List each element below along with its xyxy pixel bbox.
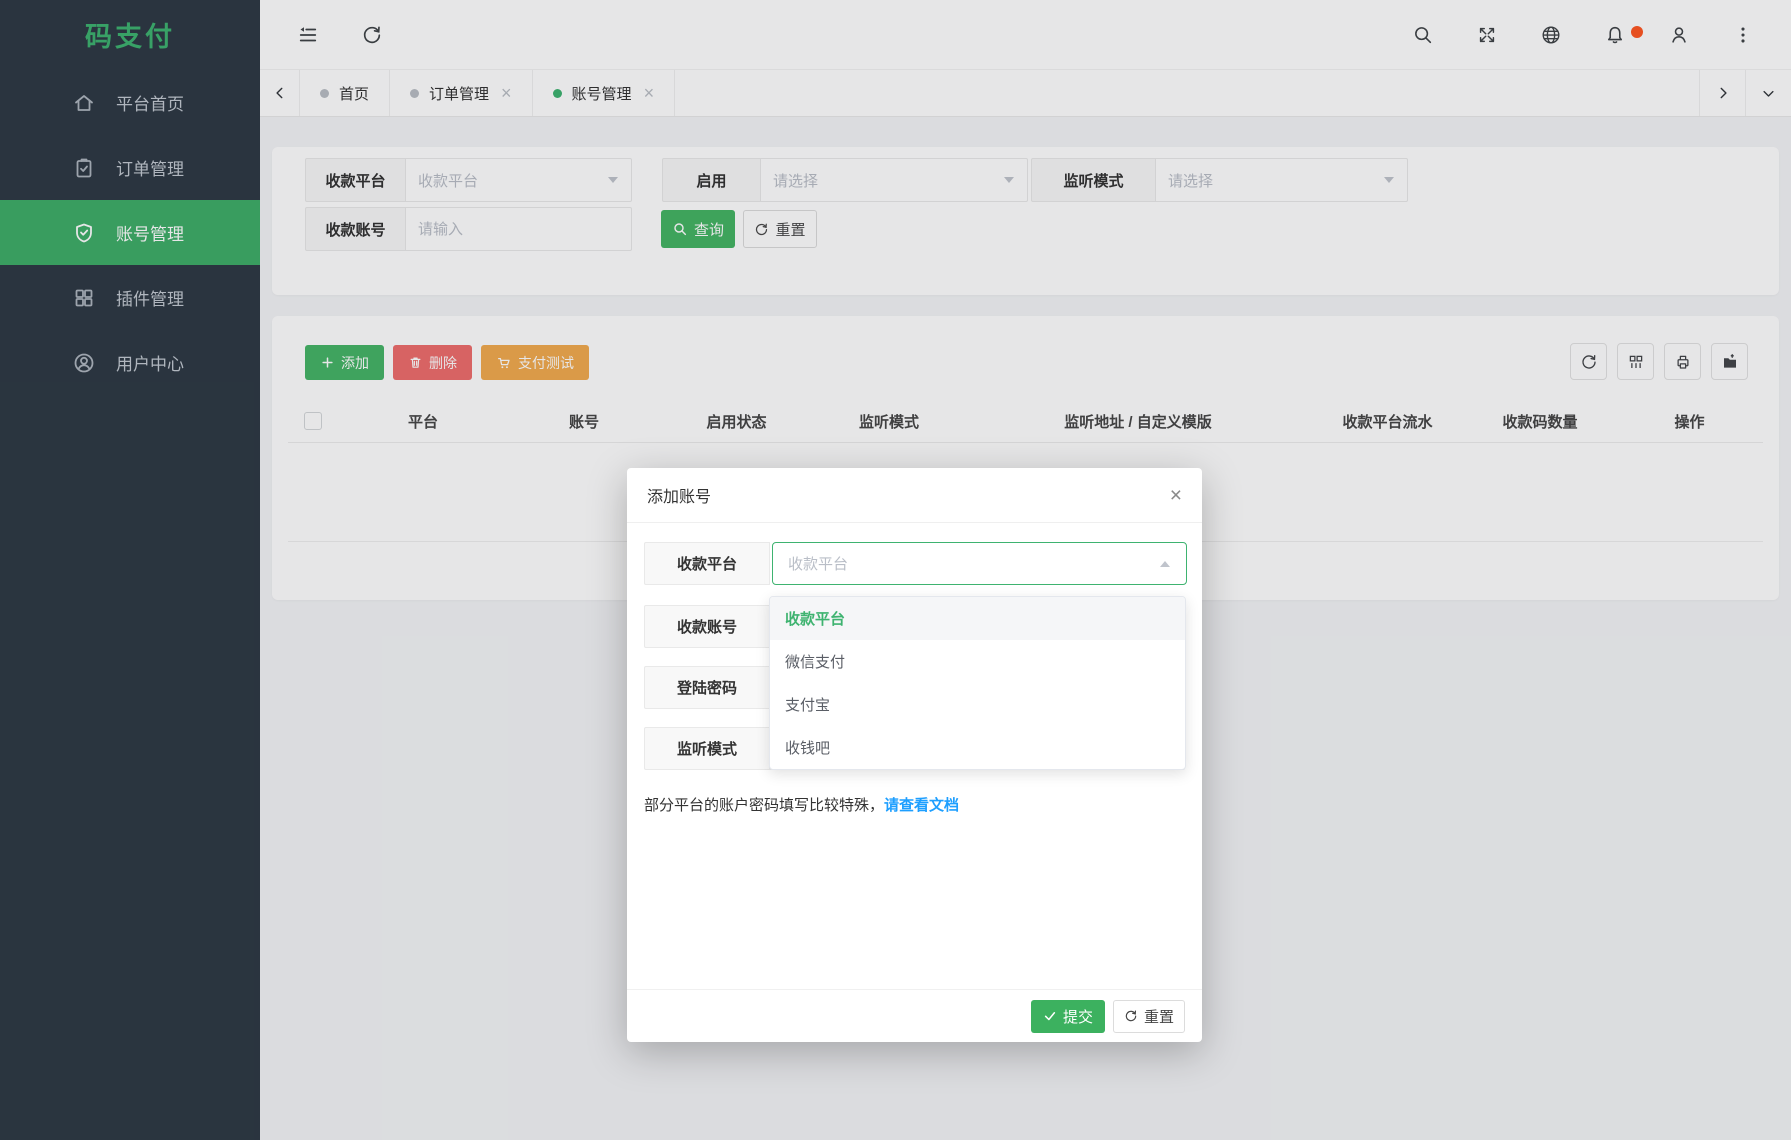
modal-password-label: 登陆密码 — [644, 666, 770, 709]
caret-up-icon — [1160, 560, 1170, 567]
modal-header: 添加账号 × — [627, 468, 1202, 523]
modal-footer: 提交 重置 — [627, 989, 1202, 1042]
modal-platform-row: 收款平台 收款平台 — [644, 542, 1187, 585]
select-placeholder: 收款平台 — [788, 556, 849, 573]
dropdown-option-platform[interactable]: 收款平台 — [770, 597, 1185, 640]
modal-account-label: 收款账号 — [644, 605, 770, 648]
modal-note: 部分平台的账户密码填写比较特殊，请查看文档 — [644, 794, 959, 815]
submit-button[interactable]: 提交 — [1031, 999, 1105, 1033]
dropdown-option-alipay[interactable]: 支付宝 — [770, 683, 1185, 726]
dropdown-option-wechat-pay[interactable]: 微信支付 — [770, 640, 1185, 683]
modal-listen-mode-label: 监听模式 — [644, 727, 770, 770]
view-docs-link[interactable]: 请查看文档 — [884, 797, 959, 814]
platform-select-dropdown: 收款平台 微信支付 支付宝 收钱吧 — [769, 596, 1186, 770]
modal-platform-select[interactable]: 收款平台 — [772, 542, 1187, 585]
modal-reset-button[interactable]: 重置 — [1113, 999, 1185, 1033]
check-icon — [1044, 1012, 1056, 1021]
modal-platform-label: 收款平台 — [644, 542, 770, 585]
refresh-icon — [1125, 1010, 1137, 1022]
dropdown-option-shouqianba[interactable]: 收钱吧 — [770, 726, 1185, 769]
note-text: 部分平台的账户密码填写比较特殊， — [644, 797, 885, 814]
close-icon[interactable]: × — [1170, 485, 1182, 506]
modal-title: 添加账号 — [647, 489, 712, 506]
